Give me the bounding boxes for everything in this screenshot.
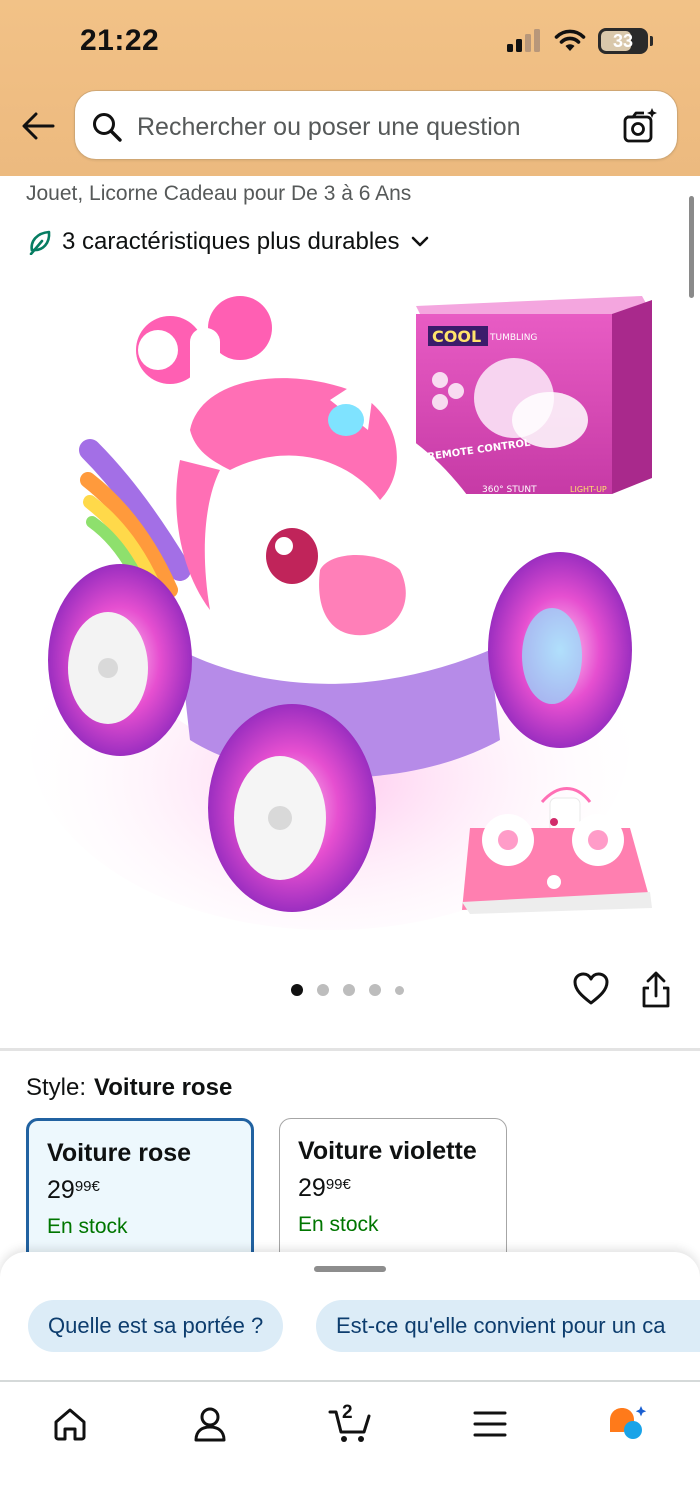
share-button[interactable]	[640, 970, 672, 1015]
style-option-stock: En stock	[298, 1213, 379, 1236]
nav-home[interactable]	[40, 1398, 100, 1450]
nav-menu[interactable]	[460, 1398, 520, 1450]
status-icons: 33	[506, 28, 653, 54]
heart-icon	[573, 972, 609, 1005]
search-placeholder: Rechercher ou poser une question	[137, 113, 521, 141]
style-option-voiture-rose[interactable]: Voiture rose 2999€ En stock	[26, 1118, 254, 1264]
battery-level: 33	[612, 30, 634, 51]
bottom-navigation: 2	[0, 1380, 700, 1512]
product-photo: COOL TUMBLING REMOTE CONTROL 360° STUNT …	[30, 270, 670, 930]
box-label-stunt: 360° STUNT	[482, 485, 537, 495]
menu-icon	[473, 1411, 507, 1437]
wishlist-button[interactable]	[572, 970, 610, 1013]
wifi-icon	[554, 29, 586, 51]
account-icon	[194, 1407, 226, 1442]
sheet-drag-handle[interactable]	[314, 1266, 386, 1272]
chevron-down-icon	[411, 236, 428, 247]
app-header: 21:22 33 Rechercher ou poser une questio…	[0, 0, 700, 176]
rufus-icon	[610, 1406, 647, 1439]
nav-cart[interactable]: 2	[320, 1398, 380, 1450]
camera-search-icon[interactable]	[621, 107, 659, 145]
back-button[interactable]	[18, 108, 58, 144]
style-heading: Style: Voiture rose	[26, 1074, 232, 1102]
leaf-icon	[29, 230, 51, 255]
box-brand-sub: TUMBLING	[489, 333, 537, 343]
carousel-dot[interactable]	[343, 984, 355, 996]
back-arrow-icon	[22, 112, 55, 140]
product-image[interactable]: COOL TUMBLING REMOTE CONTROL 360° STUNT …	[30, 270, 670, 930]
nav-rufus[interactable]	[596, 1398, 656, 1450]
search-icon	[93, 113, 122, 142]
carousel-dot[interactable]	[317, 984, 329, 996]
carousel-dot[interactable]	[395, 985, 404, 995]
box-label-light: LIGHT-UP	[570, 485, 607, 494]
nav-account[interactable]	[180, 1398, 240, 1450]
carousel-dot[interactable]	[369, 984, 381, 996]
product-box: COOL TUMBLING REMOTE CONTROL 360° STUNT …	[416, 296, 652, 495]
sustainability-features[interactable]: 3 caractéristiques plus durables	[28, 228, 430, 256]
style-label: Style:	[26, 1074, 87, 1101]
carousel-dot[interactable]	[291, 984, 303, 996]
style-option-price: 2999€	[47, 1176, 100, 1204]
style-option-voiture-violette[interactable]: Voiture violette 2999€ En stock	[279, 1118, 507, 1264]
questions-sheet: Quelle est sa portée ? Est-ce qu'elle co…	[0, 1252, 700, 1380]
signal-icon	[507, 29, 540, 52]
scrollbar[interactable]	[689, 196, 694, 298]
home-icon	[54, 1408, 86, 1441]
question-chip[interactable]: Est-ce qu'elle convient pour un ca	[316, 1300, 700, 1352]
style-option-name: Voiture violette	[298, 1137, 477, 1165]
product-title[interactable]: Jouet, Licorne Cadeau pour De 3 à 6 Ans	[26, 182, 411, 206]
style-option-stock: En stock	[47, 1215, 128, 1238]
style-selected-value: Voiture rose	[94, 1074, 233, 1101]
box-brand: COOL	[432, 327, 481, 346]
search-input[interactable]: Rechercher ou poser une question	[74, 90, 678, 160]
status-time: 21:22	[80, 24, 160, 57]
section-divider	[0, 1048, 700, 1051]
style-option-price: 2999€	[298, 1174, 351, 1202]
battery-icon: 33	[598, 28, 653, 54]
question-chip[interactable]: Quelle est sa portée ?	[28, 1300, 284, 1352]
share-icon	[642, 971, 670, 1008]
cart-count-badge: 2	[342, 1402, 353, 1423]
sustainability-label: 3 caractéristiques plus durables	[62, 228, 400, 255]
image-carousel-dots[interactable]	[291, 984, 404, 996]
style-option-name: Voiture rose	[47, 1139, 192, 1167]
